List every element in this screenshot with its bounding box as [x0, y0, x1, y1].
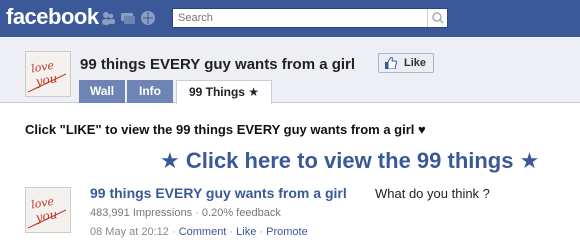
notification-icons — [100, 10, 156, 26]
comment-link[interactable]: Comment — [179, 226, 227, 238]
notifications-icon[interactable] — [140, 10, 156, 26]
page-profile-picture[interactable]: love you — [25, 51, 71, 97]
search-box[interactable] — [172, 8, 448, 28]
post-author-link[interactable]: 99 things EVERY guy wants from a girl — [90, 185, 347, 201]
tab-wall[interactable]: Wall — [79, 80, 125, 103]
feedback-rate: 0.20% feedback — [201, 207, 281, 219]
instruction-text: Click "LIKE" to view the 99 things EVERY… — [25, 122, 426, 137]
separator-dot: · — [171, 226, 179, 238]
facebook-logo[interactable]: facebook — [6, 4, 99, 30]
messages-icon[interactable] — [120, 10, 136, 26]
like-button[interactable]: Like — [378, 53, 434, 73]
friends-icon[interactable] — [100, 10, 116, 26]
post-meta: 08 May at 20:12 · Comment · Like · Promo… — [90, 226, 308, 238]
post-stats: 483,991 Impressions · 0.20% feedback — [90, 207, 281, 219]
top-navigation-bar: facebook — [0, 0, 580, 37]
promote-link[interactable]: Promote — [266, 226, 308, 238]
like-button-label: Like — [404, 57, 427, 69]
tab-99-things[interactable]: 99 Things ★ — [176, 80, 272, 104]
post-timestamp[interactable]: 08 May at 20:12 — [90, 226, 169, 238]
search-icon[interactable] — [427, 9, 447, 27]
impressions-count: 483,991 Impressions — [90, 207, 193, 219]
post-text: What do you think ? — [375, 186, 490, 201]
search-input[interactable] — [173, 9, 425, 27]
page-title: 99 things EVERY guy wants from a girl — [80, 56, 356, 73]
like-link[interactable]: Like — [236, 226, 256, 238]
thumbs-up-icon — [385, 56, 397, 70]
separator-dot: · — [195, 207, 202, 219]
tab-info[interactable]: Info — [127, 80, 173, 103]
view-things-link[interactable]: ★ Click here to view the 99 things ★ — [160, 148, 539, 174]
post-author-picture[interactable]: love you — [25, 187, 71, 233]
